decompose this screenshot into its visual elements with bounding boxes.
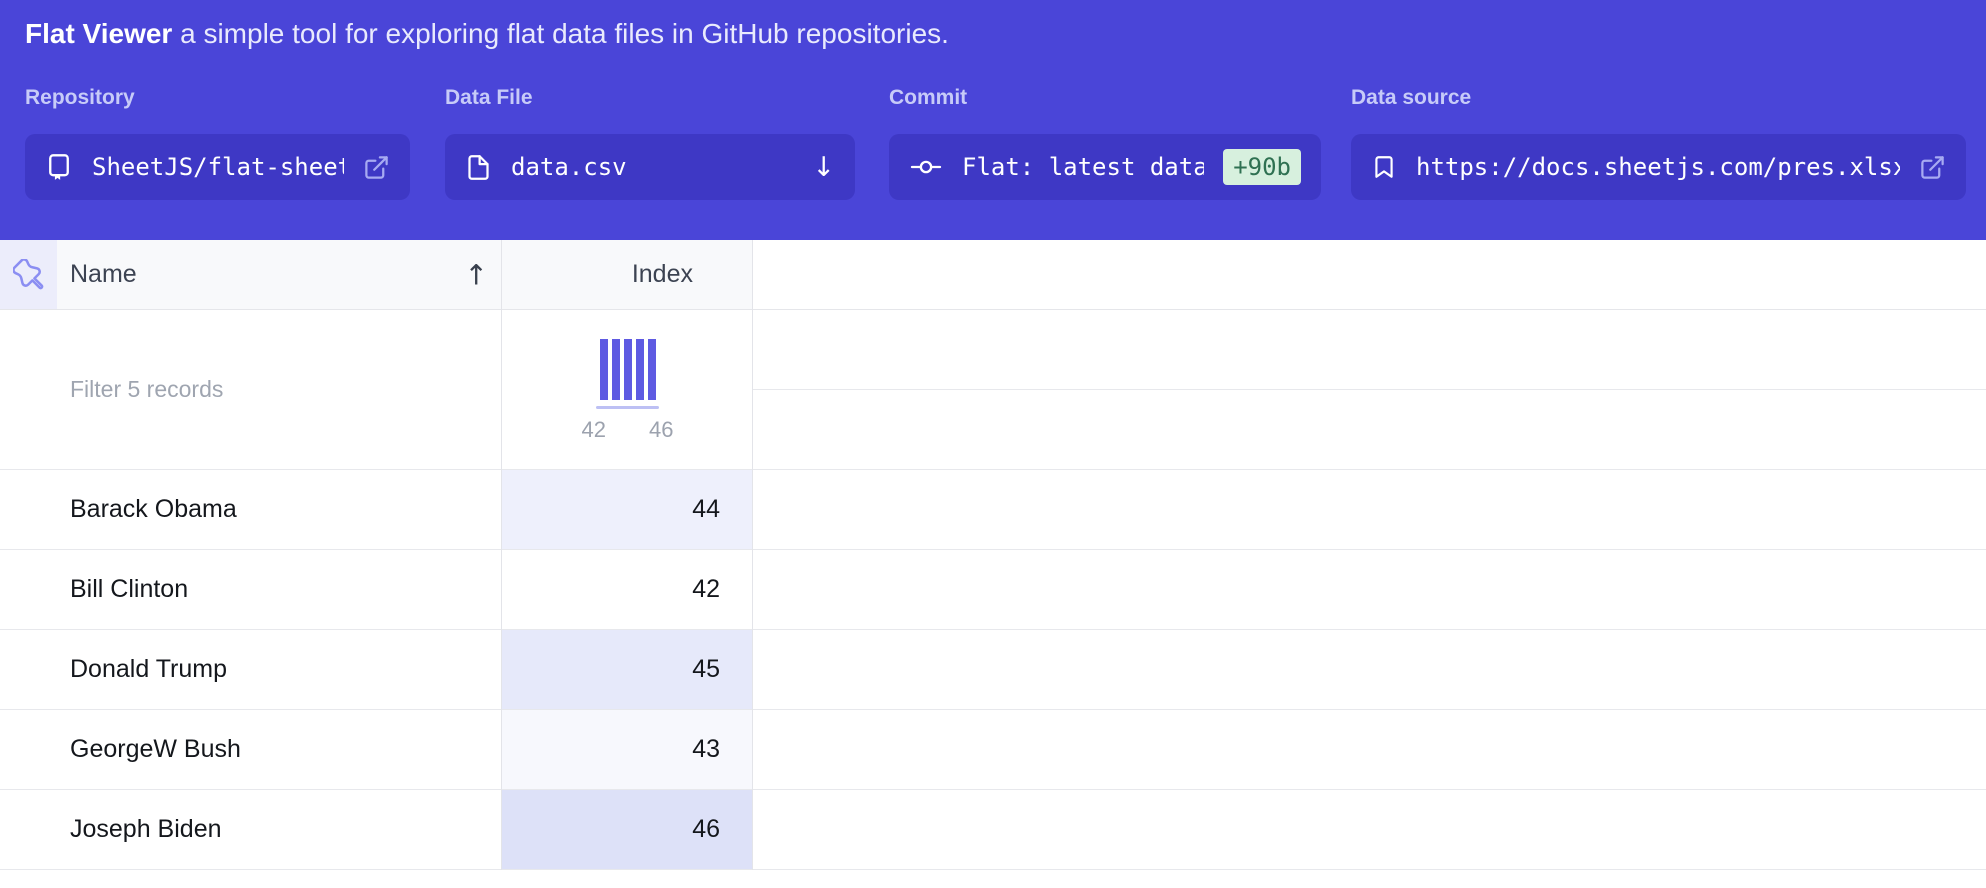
histogram-range-track bbox=[596, 406, 659, 409]
git-commit-icon bbox=[909, 153, 943, 181]
index-cell: 45 bbox=[502, 630, 753, 709]
histogram-bar bbox=[636, 339, 644, 400]
column-divider bbox=[752, 240, 753, 870]
table-row: Bill Clinton 42 bbox=[0, 550, 1986, 630]
row-filler bbox=[753, 630, 1986, 709]
name-cell: Bill Clinton bbox=[0, 550, 502, 629]
app-title-brand: Flat Viewer bbox=[25, 18, 172, 49]
repository-button[interactable]: SheetJS/flat-sheet bbox=[25, 134, 410, 200]
table-row: Joseph Biden 46 bbox=[0, 790, 1986, 870]
name-cell: Barack Obama bbox=[0, 470, 502, 549]
row-filler bbox=[753, 550, 1986, 629]
repository-control: Repository SheetJS/flat-sheet bbox=[25, 84, 410, 200]
app-subtitle: a simple tool for exploring flat data fi… bbox=[180, 18, 949, 49]
column-header-name[interactable]: Name ↑ bbox=[57, 240, 502, 309]
table-body: Barack Obama 44 Bill Clinton 42 Donald T… bbox=[0, 470, 1986, 870]
grid-filter-row: 42 46 bbox=[0, 310, 1986, 470]
histogram-bar bbox=[612, 339, 620, 400]
column-header-index[interactable]: Index bbox=[502, 240, 753, 309]
header-filler bbox=[753, 240, 1986, 309]
file-icon bbox=[465, 154, 492, 181]
data-file-select[interactable]: data.csv ↓ bbox=[445, 134, 855, 200]
row-filler bbox=[753, 790, 1986, 869]
app-title: Flat Viewer a simple tool for exploring … bbox=[25, 12, 949, 56]
histogram-labels: 42 46 bbox=[582, 417, 674, 443]
data-grid: Name ↑ Index 42 46 Barack Obama 44 bbox=[0, 240, 1986, 870]
data-source-control: Data source https://docs.sheetjs.com/pre… bbox=[1351, 84, 1966, 200]
table-row: GeorgeW Bush 43 bbox=[0, 710, 1986, 790]
column-divider bbox=[501, 240, 502, 870]
external-link-icon bbox=[363, 154, 390, 181]
index-cell: 43 bbox=[502, 710, 753, 789]
filter-records-input[interactable] bbox=[70, 376, 490, 403]
histogram-bar bbox=[648, 339, 656, 400]
commit-additions-badge: +90b bbox=[1223, 149, 1301, 185]
external-link-icon bbox=[1919, 154, 1946, 181]
index-cell: 44 bbox=[502, 470, 753, 549]
index-cell: 42 bbox=[502, 550, 753, 629]
bookmark-icon bbox=[1371, 153, 1397, 181]
commit-label: Commit bbox=[889, 84, 1321, 112]
repository-label: Repository bbox=[25, 84, 410, 112]
repo-book-icon bbox=[45, 153, 73, 181]
index-histogram-filter[interactable]: 42 46 bbox=[502, 310, 753, 469]
name-cell: GeorgeW Bush bbox=[0, 710, 502, 789]
histogram-max-label: 46 bbox=[649, 417, 673, 443]
name-filter-cell bbox=[0, 310, 502, 469]
commit-control: Commit Flat: latest data +90b bbox=[889, 84, 1321, 200]
name-cell: Joseph Biden bbox=[0, 790, 502, 869]
data-file-control: Data File data.csv ↓ bbox=[445, 84, 855, 200]
row-filler bbox=[753, 710, 1986, 789]
sort-ascending-icon: ↑ bbox=[465, 258, 488, 291]
histogram-min-label: 42 bbox=[582, 417, 606, 443]
column-name-label: Name bbox=[70, 260, 137, 289]
data-source-value: https://docs.sheetjs.com/pres.xlsx bbox=[1416, 153, 1900, 181]
down-arrow-icon: ↓ bbox=[812, 152, 835, 183]
name-cell: Donald Trump bbox=[0, 630, 502, 709]
histogram-bar bbox=[624, 339, 632, 400]
index-cell: 46 bbox=[502, 790, 753, 869]
column-index-label: Index bbox=[632, 260, 693, 289]
histogram-bars bbox=[600, 339, 656, 400]
table-row: Barack Obama 44 bbox=[0, 470, 1986, 550]
table-row: Donald Trump 45 bbox=[0, 630, 1986, 710]
sticky-column-toggle[interactable] bbox=[0, 240, 57, 309]
grid-header-row: Name ↑ Index bbox=[0, 240, 1986, 310]
data-file-value: data.csv bbox=[511, 153, 627, 181]
data-source-label: Data source bbox=[1351, 84, 1966, 112]
commit-button[interactable]: Flat: latest data +90b bbox=[889, 134, 1321, 200]
data-file-label: Data File bbox=[445, 84, 855, 112]
topbar: Flat Viewer a simple tool for exploring … bbox=[0, 0, 1986, 240]
filler-row-divider bbox=[753, 389, 1986, 390]
histogram-bar bbox=[600, 339, 608, 400]
index-histogram: 42 46 bbox=[582, 339, 674, 469]
repository-value: SheetJS/flat-sheet bbox=[92, 153, 344, 181]
row-filler bbox=[753, 470, 1986, 549]
commit-value: Flat: latest data bbox=[962, 153, 1204, 181]
data-source-button[interactable]: https://docs.sheetjs.com/pres.xlsx bbox=[1351, 134, 1966, 200]
pin-icon bbox=[13, 259, 44, 290]
